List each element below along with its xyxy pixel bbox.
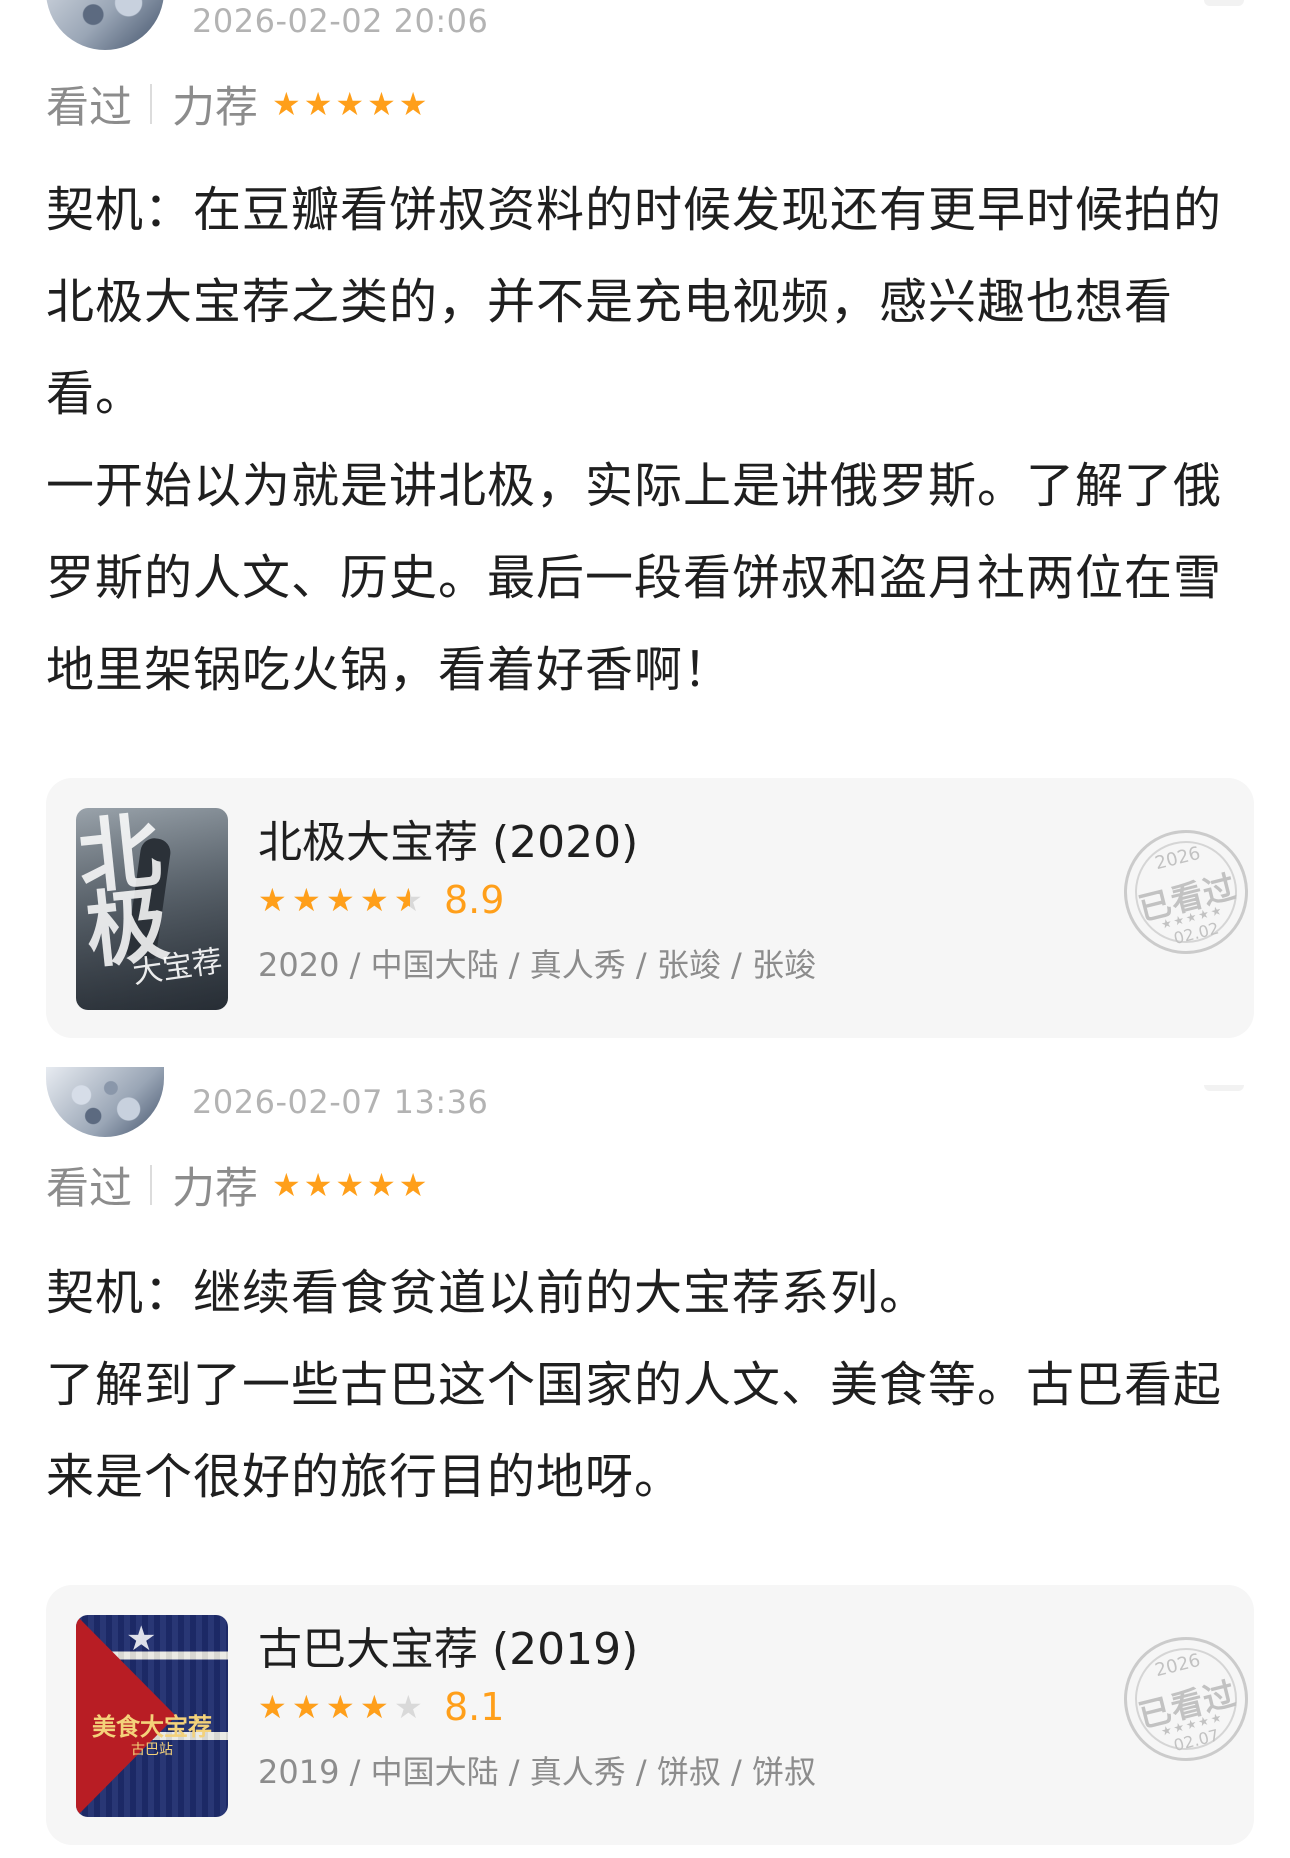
- poster-title: 美食大宝荐: [92, 1712, 212, 1741]
- review-body: 契机：继续看食贫道以前的大宝荐系列。 了解到了一些古巴这个国家的人文、美食等。古…: [46, 1247, 1246, 1523]
- rating-label: 力荐: [172, 1164, 258, 1214]
- review-item: 2026-02-02 20:06 看过 力荐 ★ ★ ★ ★ ★ 契机：在豆瓣看…: [0, 0, 1290, 1050]
- star-icon: ★: [367, 1166, 396, 1204]
- empty-star-icon: ★★: [394, 1688, 423, 1726]
- avatar[interactable]: [46, 1067, 164, 1137]
- star-icon: ★: [335, 85, 365, 123]
- star-icon: ★: [272, 85, 301, 123]
- star-icon: ★: [303, 85, 333, 123]
- divider: [150, 1165, 152, 1205]
- star-icon: ★: [272, 1166, 301, 1204]
- watched-seal: 2026 已看过 ★★★★★ 02.02: [1110, 816, 1254, 968]
- subject-rating-stars: ★★ ★★ ★★ ★★ ★★: [258, 1691, 426, 1723]
- subject-title: 古巴大宝荐 (2019): [258, 1624, 639, 1675]
- subject-card[interactable]: ★ 美食大宝荐 古巴站 古巴大宝荐 (2019) ★★ ★★ ★★ ★★ ★★ …: [46, 1585, 1254, 1845]
- star-icon: ★ ★: [326, 881, 355, 919]
- user-rating-stars: ★ ★ ★ ★ ★: [272, 1169, 427, 1201]
- divider: [150, 84, 152, 124]
- review-paragraph: 一开始以为就是讲北极，实际上是讲俄罗斯。了解了俄罗斯的人文、历史。最后一段看饼叔…: [46, 458, 1223, 698]
- star-icon: ★: [398, 85, 428, 123]
- review-status-line: 看过 力荐 ★ ★ ★ ★ ★: [46, 74, 427, 134]
- star-icon: ★: [367, 85, 396, 123]
- star-icon: ★ ★: [360, 1688, 389, 1726]
- poster-star-icon: ★: [126, 1619, 157, 1659]
- star-icon: ★ ★: [292, 881, 321, 919]
- review-item: 2026-02-07 13:36 看过 力荐 ★ ★ ★ ★ ★ 契机：继续看食…: [0, 1067, 1290, 1845]
- star-icon: ★ ★: [292, 1688, 321, 1726]
- review-status-line: 看过 力荐 ★ ★ ★ ★ ★: [46, 1155, 427, 1215]
- review-timestamp: 2026-02-02 20:06: [192, 2, 489, 40]
- more-menu-handle: [1204, 0, 1244, 6]
- poster-image: ★ 美食大宝荐 古巴站: [76, 1615, 228, 1817]
- subject-score: 8.9: [444, 878, 505, 922]
- subject-meta: 2020 / 中国大陆 / 真人秀 / 张竣 / 张竣: [258, 946, 816, 984]
- subject-rating-stars: ★★ ★★ ★★ ★★ ★★: [258, 884, 426, 916]
- poster-image: 北极 大宝荐: [76, 808, 228, 1010]
- subject-rating: ★★ ★★ ★★ ★★ ★★ 8.1: [258, 1685, 504, 1729]
- user-rating-stars: ★ ★ ★ ★ ★: [272, 88, 427, 120]
- half-star-icon: ★ ★: [394, 881, 423, 919]
- subject-card[interactable]: 北极 大宝荐 北极大宝荐 (2020) ★ ★ ★ ★ ★ ★ ★ ★ ★ ★ 8.9 2…: [46, 778, 1254, 1038]
- watch-status: 看过: [46, 83, 132, 133]
- star-icon: ★: [398, 1166, 428, 1204]
- subject-title: 北极大宝荐 (2020): [258, 817, 639, 868]
- star-icon: ★ ★: [360, 881, 389, 919]
- star-icon: ★ ★: [258, 881, 287, 919]
- review-body: 契机：在豆瓣看饼叔资料的时候发现还有更早时候拍的北极大宝荐之类的，并不是充电视频…: [46, 164, 1246, 716]
- subject-rating: ★ ★ ★ ★ ★ ★ ★ ★ ★ ★ 8.9: [258, 878, 504, 922]
- avatar[interactable]: [46, 0, 164, 50]
- more-menu-handle: [1204, 1085, 1244, 1091]
- subject-score: 8.1: [444, 1685, 505, 1729]
- review-paragraph: 契机：在豆瓣看饼叔资料的时候发现还有更早时候拍的北极大宝荐之类的，并不是充电视频…: [46, 182, 1223, 422]
- review-paragraph: 了解到了一些古巴这个国家的人文、美食等。古巴看起来是个很好的旅行目的地呀。: [46, 1357, 1223, 1505]
- review-paragraph: 契机：继续看食贫道以前的大宝荐系列。: [46, 1265, 929, 1321]
- star-icon: ★ ★: [258, 1688, 287, 1726]
- star-icon: ★: [303, 1166, 333, 1204]
- watched-seal: 2026 已看过 ★★★★★ 02.07: [1110, 1623, 1254, 1775]
- poster-subtitle: 古巴站: [131, 1742, 173, 1758]
- rating-label: 力荐: [172, 83, 258, 133]
- star-icon: ★: [335, 1166, 365, 1204]
- review-timestamp: 2026-02-07 13:36: [192, 1083, 489, 1121]
- subject-meta: 2019 / 中国大陆 / 真人秀 / 饼叔 / 饼叔: [258, 1753, 816, 1791]
- star-icon: ★ ★: [326, 1688, 355, 1726]
- watch-status: 看过: [46, 1164, 132, 1214]
